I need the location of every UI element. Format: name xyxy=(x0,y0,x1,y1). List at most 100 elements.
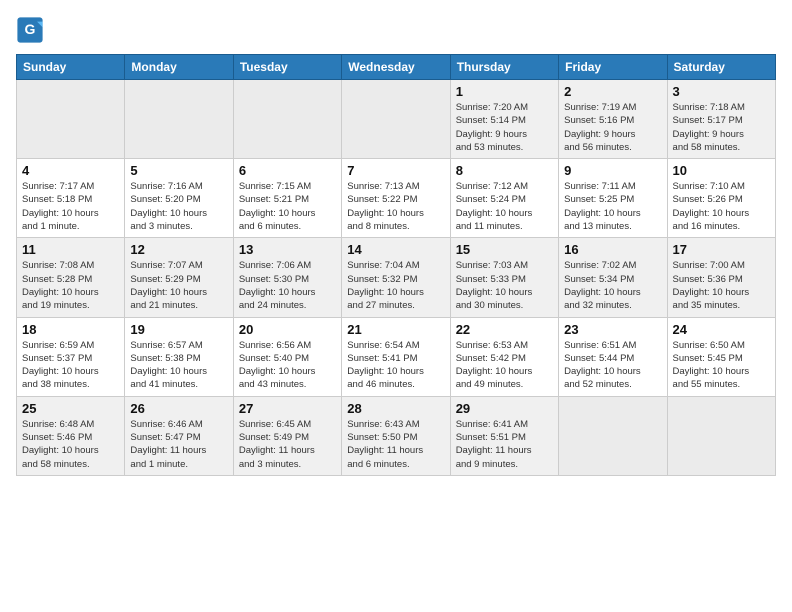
calendar-cell: 25 Sunrise: 6:48 AM Sunset: 5:46 PM Dayli… xyxy=(17,396,125,475)
day-number: 11 xyxy=(22,242,119,257)
day-number: 2 xyxy=(564,84,661,99)
day-info: Sunrise: 6:59 AM Sunset: 5:37 PM Dayligh… xyxy=(22,339,119,392)
day-info: Sunrise: 7:03 AM Sunset: 5:33 PM Dayligh… xyxy=(456,259,553,312)
weekday-header: Wednesday xyxy=(342,55,450,80)
calendar-cell xyxy=(559,396,667,475)
day-number: 27 xyxy=(239,401,336,416)
calendar-cell: 5Sunrise: 7:16 AM Sunset: 5:20 PM Daylig… xyxy=(125,159,233,238)
day-number: 26 xyxy=(130,401,227,416)
calendar-cell xyxy=(667,396,775,475)
day-info: Sunrise: 7:00 AM Sunset: 5:36 PM Dayligh… xyxy=(673,259,770,312)
calendar-cell: 2Sunrise: 7:19 AM Sunset: 5:16 PM Daylig… xyxy=(559,80,667,159)
weekday-header: Monday xyxy=(125,55,233,80)
day-info: Sunrise: 6:50 AM Sunset: 5:45 PM Dayligh… xyxy=(673,339,770,392)
day-number: 1 xyxy=(456,84,553,99)
day-info: Sunrise: 6:48 AM Sunset: 5:46 PM Dayligh… xyxy=(22,418,119,471)
weekday-header-row: SundayMondayTuesdayWednesdayThursdayFrid… xyxy=(17,55,776,80)
day-number: 17 xyxy=(673,242,770,257)
day-number: 13 xyxy=(239,242,336,257)
day-number: 28 xyxy=(347,401,444,416)
weekday-header: Friday xyxy=(559,55,667,80)
day-info: Sunrise: 7:12 AM Sunset: 5:24 PM Dayligh… xyxy=(456,180,553,233)
day-number: 14 xyxy=(347,242,444,257)
day-number: 21 xyxy=(347,322,444,337)
day-number: 3 xyxy=(673,84,770,99)
calendar-week-row: 18 Sunrise: 6:59 AM Sunset: 5:37 PM Dayli… xyxy=(17,317,776,396)
weekday-header: Saturday xyxy=(667,55,775,80)
calendar-cell: 11Sunrise: 7:08 AM Sunset: 5:28 PM Dayli… xyxy=(17,238,125,317)
day-info: Sunrise: 6:57 AM Sunset: 5:38 PM Dayligh… xyxy=(130,339,227,392)
day-info: Sunrise: 7:02 AM Sunset: 5:34 PM Dayligh… xyxy=(564,259,661,312)
calendar-cell: 19 Sunrise: 6:57 AM Sunset: 5:38 PM Dayli… xyxy=(125,317,233,396)
calendar-cell xyxy=(17,80,125,159)
day-info: Sunrise: 7:15 AM Sunset: 5:21 PM Dayligh… xyxy=(239,180,336,233)
day-info: Sunrise: 7:20 AM Sunset: 5:14 PM Dayligh… xyxy=(456,101,553,154)
calendar-cell: 14 Sunrise: 7:04 AM Sunset: 5:32 PM Dayli… xyxy=(342,238,450,317)
calendar-week-row: 25 Sunrise: 6:48 AM Sunset: 5:46 PM Dayli… xyxy=(17,396,776,475)
calendar-cell: 16 Sunrise: 7:02 AM Sunset: 5:34 PM Dayli… xyxy=(559,238,667,317)
calendar-cell: 15 Sunrise: 7:03 AM Sunset: 5:33 PM Dayli… xyxy=(450,238,558,317)
calendar-cell: 17 Sunrise: 7:00 AM Sunset: 5:36 PM Dayli… xyxy=(667,238,775,317)
calendar-cell xyxy=(342,80,450,159)
day-number: 10 xyxy=(673,163,770,178)
day-number: 8 xyxy=(456,163,553,178)
day-number: 20 xyxy=(239,322,336,337)
calendar-week-row: 11Sunrise: 7:08 AM Sunset: 5:28 PM Dayli… xyxy=(17,238,776,317)
day-number: 24 xyxy=(673,322,770,337)
day-number: 5 xyxy=(130,163,227,178)
day-number: 9 xyxy=(564,163,661,178)
calendar-week-row: 1 Sunrise: 7:20 AM Sunset: 5:14 PM Daylig… xyxy=(17,80,776,159)
day-info: Sunrise: 7:04 AM Sunset: 5:32 PM Dayligh… xyxy=(347,259,444,312)
weekday-header: Thursday xyxy=(450,55,558,80)
calendar-table: SundayMondayTuesdayWednesdayThursdayFrid… xyxy=(16,54,776,476)
calendar-week-row: 4 Sunrise: 7:17 AM Sunset: 5:18 PM Daylig… xyxy=(17,159,776,238)
calendar-cell: 27 Sunrise: 6:45 AM Sunset: 5:49 PM Dayli… xyxy=(233,396,341,475)
calendar-cell: 3 Sunrise: 7:18 AM Sunset: 5:17 PM Daylig… xyxy=(667,80,775,159)
calendar-cell: 10 Sunrise: 7:10 AM Sunset: 5:26 PM Dayli… xyxy=(667,159,775,238)
calendar-cell: 28 Sunrise: 6:43 AM Sunset: 5:50 PM Dayli… xyxy=(342,396,450,475)
logo: G xyxy=(16,16,48,44)
calendar-cell: 23 Sunrise: 6:51 AM Sunset: 5:44 PM Dayli… xyxy=(559,317,667,396)
day-number: 29 xyxy=(456,401,553,416)
calendar-cell: 7Sunrise: 7:13 AM Sunset: 5:22 PM Daylig… xyxy=(342,159,450,238)
calendar-cell: 24 Sunrise: 6:50 AM Sunset: 5:45 PM Dayli… xyxy=(667,317,775,396)
day-info: Sunrise: 6:51 AM Sunset: 5:44 PM Dayligh… xyxy=(564,339,661,392)
day-info: Sunrise: 6:45 AM Sunset: 5:49 PM Dayligh… xyxy=(239,418,336,471)
day-info: Sunrise: 7:10 AM Sunset: 5:26 PM Dayligh… xyxy=(673,180,770,233)
day-number: 22 xyxy=(456,322,553,337)
day-number: 19 xyxy=(130,322,227,337)
calendar-cell xyxy=(233,80,341,159)
day-number: 25 xyxy=(22,401,119,416)
day-info: Sunrise: 7:11 AM Sunset: 5:25 PM Dayligh… xyxy=(564,180,661,233)
day-info: Sunrise: 7:07 AM Sunset: 5:29 PM Dayligh… xyxy=(130,259,227,312)
calendar-cell xyxy=(125,80,233,159)
calendar-cell: 21Sunrise: 6:54 AM Sunset: 5:41 PM Dayli… xyxy=(342,317,450,396)
day-number: 6 xyxy=(239,163,336,178)
day-info: Sunrise: 6:43 AM Sunset: 5:50 PM Dayligh… xyxy=(347,418,444,471)
day-number: 18 xyxy=(22,322,119,337)
calendar-cell: 29Sunrise: 6:41 AM Sunset: 5:51 PM Dayli… xyxy=(450,396,558,475)
calendar-cell: 22 Sunrise: 6:53 AM Sunset: 5:42 PM Dayli… xyxy=(450,317,558,396)
day-info: Sunrise: 6:53 AM Sunset: 5:42 PM Dayligh… xyxy=(456,339,553,392)
day-info: Sunrise: 6:56 AM Sunset: 5:40 PM Dayligh… xyxy=(239,339,336,392)
day-number: 23 xyxy=(564,322,661,337)
logo-icon: G xyxy=(16,16,44,44)
weekday-header: Tuesday xyxy=(233,55,341,80)
calendar-cell: 26 Sunrise: 6:46 AM Sunset: 5:47 PM Dayli… xyxy=(125,396,233,475)
page-header: G xyxy=(16,16,776,44)
day-number: 12 xyxy=(130,242,227,257)
day-info: Sunrise: 7:18 AM Sunset: 5:17 PM Dayligh… xyxy=(673,101,770,154)
calendar-cell: 8 Sunrise: 7:12 AM Sunset: 5:24 PM Daylig… xyxy=(450,159,558,238)
day-info: Sunrise: 7:17 AM Sunset: 5:18 PM Dayligh… xyxy=(22,180,119,233)
day-info: Sunrise: 7:06 AM Sunset: 5:30 PM Dayligh… xyxy=(239,259,336,312)
calendar-cell: 20 Sunrise: 6:56 AM Sunset: 5:40 PM Dayli… xyxy=(233,317,341,396)
calendar-cell: 18 Sunrise: 6:59 AM Sunset: 5:37 PM Dayli… xyxy=(17,317,125,396)
calendar-cell: 12 Sunrise: 7:07 AM Sunset: 5:29 PM Dayli… xyxy=(125,238,233,317)
day-number: 16 xyxy=(564,242,661,257)
calendar-cell: 13 Sunrise: 7:06 AM Sunset: 5:30 PM Dayli… xyxy=(233,238,341,317)
day-number: 15 xyxy=(456,242,553,257)
calendar-cell: 1 Sunrise: 7:20 AM Sunset: 5:14 PM Daylig… xyxy=(450,80,558,159)
day-number: 4 xyxy=(22,163,119,178)
calendar-cell: 4 Sunrise: 7:17 AM Sunset: 5:18 PM Daylig… xyxy=(17,159,125,238)
day-info: Sunrise: 6:46 AM Sunset: 5:47 PM Dayligh… xyxy=(130,418,227,471)
